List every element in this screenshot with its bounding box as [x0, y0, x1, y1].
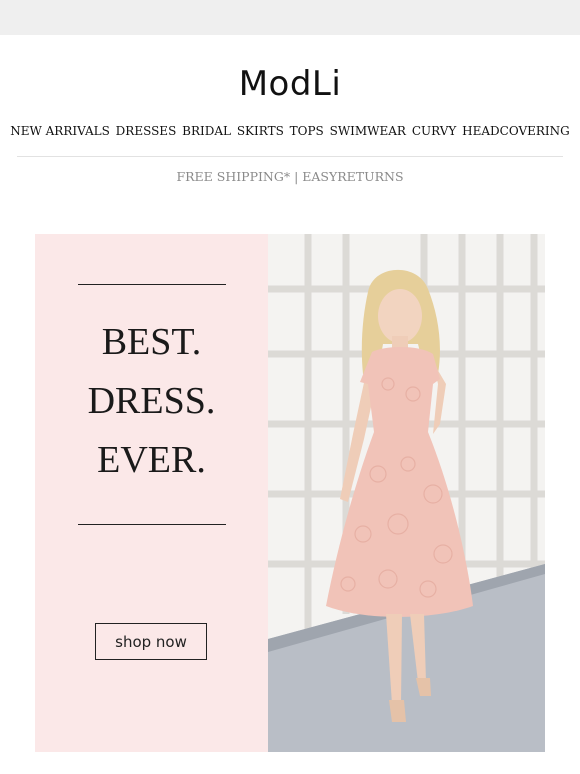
hero-banner[interactable]: BEST. DRESS. EVER. shop now — [35, 234, 545, 752]
nav-item-headcovering[interactable]: HEADCOVERING — [462, 124, 570, 138]
nav-item-skirts[interactable]: SKIRTS — [237, 124, 284, 138]
headline-line-2: DRESS. — [87, 380, 216, 422]
headline-line-3: EVER. — [97, 439, 206, 481]
nav-item-curvy[interactable]: CURVY — [412, 124, 457, 138]
nav-item-swimwear[interactable]: SWIMWEAR — [330, 124, 406, 138]
shop-now-button[interactable]: shop now — [95, 623, 207, 660]
nav-item-new-arrivals[interactable]: NEW ARRIVALS — [10, 124, 110, 138]
bottom-rule — [78, 524, 226, 525]
top-rule — [78, 284, 226, 285]
top-bar — [0, 0, 580, 35]
nav-item-dresses[interactable]: DRESSES — [116, 124, 177, 138]
promo-text[interactable]: FREE SHIPPING* | EASYRETURNS — [0, 169, 580, 184]
nav-divider — [17, 156, 563, 157]
brand-logo[interactable]: ModLi — [0, 62, 580, 106]
main-nav: NEW ARRIVALS DRESSES BRIDAL SKIRTS TOPS … — [0, 124, 580, 138]
nav-item-bridal[interactable]: BRIDAL — [182, 124, 231, 138]
nav-item-tops[interactable]: TOPS — [290, 124, 324, 138]
model-photo[interactable] — [268, 234, 545, 752]
headline-line-1: BEST. — [101, 321, 202, 363]
hero-text-panel: BEST. DRESS. EVER. shop now — [35, 234, 268, 752]
